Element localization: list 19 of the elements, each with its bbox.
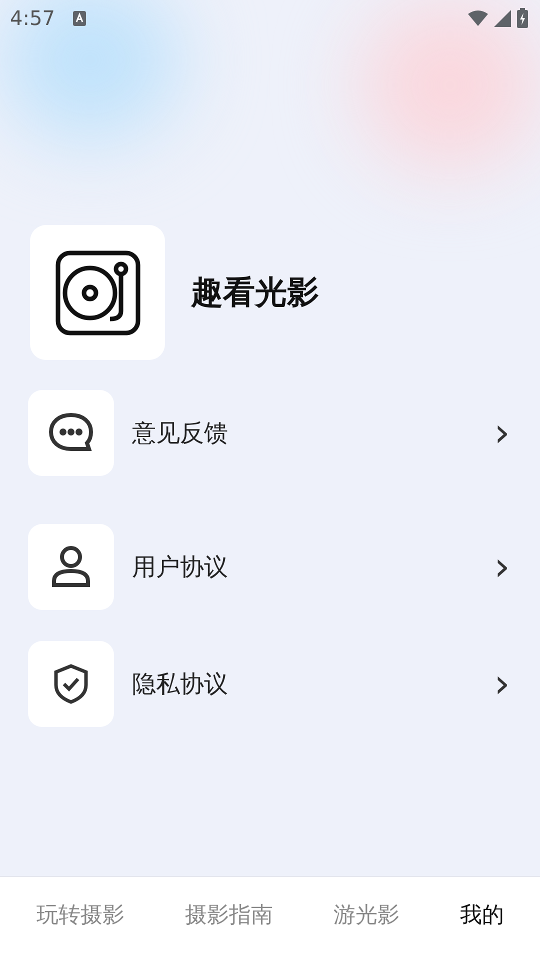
chat-bubble-icon — [48, 412, 94, 454]
user-icon — [51, 545, 91, 589]
menu-item[interactable]: 隐私协议 › — [28, 641, 540, 727]
chevron-icon: › — [494, 664, 510, 704]
signal-icon — [494, 10, 511, 26]
menu-item[interactable]: 用户协议 › — [28, 524, 540, 610]
chevron-icon: › — [494, 413, 510, 453]
app-name: 趣看光影 — [191, 272, 319, 312]
nav-tab[interactable]: 我的 — [452, 896, 512, 934]
battery-icon — [517, 8, 528, 28]
nav-tab[interactable]: 摄影指南 — [176, 896, 281, 934]
menu-item[interactable]: 意见反馈 › — [28, 390, 540, 476]
shield-check-icon — [53, 664, 89, 704]
nav-tab[interactable]: 游光影 — [325, 896, 408, 934]
wifi-icon — [468, 10, 488, 26]
turntable-icon — [54, 248, 142, 336]
nav-tab[interactable]: 玩转摄影 — [28, 896, 132, 934]
status-time: 4:57 — [10, 6, 55, 30]
chevron-icon: › — [494, 547, 510, 587]
